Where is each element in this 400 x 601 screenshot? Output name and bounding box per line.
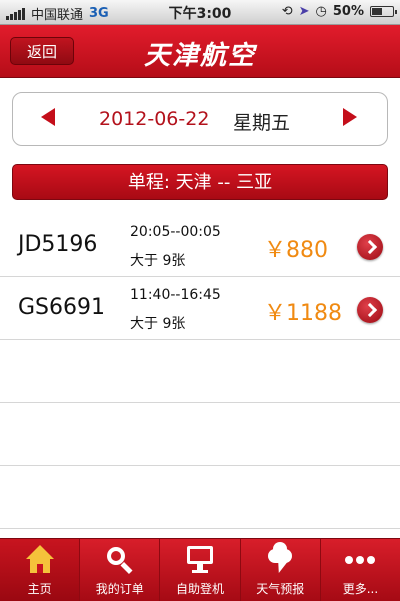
empty-row	[0, 340, 400, 403]
app-title-logo: 天津航空	[143, 41, 256, 71]
empty-row	[0, 403, 400, 466]
alarm-icon: ◷	[315, 4, 327, 19]
search-icon	[103, 545, 137, 575]
tab-more[interactable]: 更多...	[321, 539, 400, 601]
chevron-right-icon[interactable]	[357, 234, 383, 260]
flight-number: JD5196	[18, 232, 98, 257]
date-selector: 2012-06-22 星期五	[12, 92, 388, 146]
tab-home[interactable]: 主页	[0, 539, 81, 601]
flight-seats: 大于 9张	[130, 253, 186, 269]
home-icon	[23, 545, 57, 575]
tab-label: 更多...	[342, 582, 379, 596]
battery-icon	[370, 6, 397, 17]
flight-number: GS6691	[18, 295, 106, 320]
tab-weather[interactable]: 天气预报	[241, 539, 321, 601]
tab-my-orders[interactable]: 我的订单	[80, 539, 161, 601]
flight-times: 20:05--00:05	[130, 224, 221, 240]
flight-price: ￥1188	[264, 301, 342, 326]
tab-bar: 主页 我的订单 自助登机 天气预报 更多...	[0, 538, 400, 601]
chevron-right-icon[interactable]	[357, 297, 383, 323]
battery-label: 50%	[332, 4, 364, 19]
flight-row[interactable]: GS6691 11:40--16:45 大于 9张 ￥1188	[0, 277, 400, 340]
flight-seats: 大于 9张	[130, 316, 186, 332]
lock-rotation-icon: ⟲	[281, 4, 293, 19]
route-header: 单程: 天津 -- 三亚	[12, 164, 388, 200]
status-bar: 中国联通 3G 下午3:00 ⟲ ➤ ◷ 50%	[0, 0, 400, 25]
next-day-arrow-icon[interactable]	[343, 108, 357, 126]
weather-icon	[263, 542, 297, 575]
status-right: ⟲ ➤ ◷ 50%	[281, 4, 397, 19]
selected-weekday: 星期五	[233, 112, 291, 134]
location-icon: ➤	[298, 4, 310, 19]
flight-price: ￥880	[264, 238, 328, 263]
tab-label: 我的订单	[95, 582, 144, 596]
previous-day-arrow-icon[interactable]	[41, 108, 55, 126]
tab-label: 天气预报	[256, 582, 305, 596]
flight-row[interactable]: JD5196 20:05--00:05 大于 9张 ￥880	[0, 214, 400, 277]
monitor-icon	[183, 545, 217, 575]
tab-label: 自助登机	[176, 582, 225, 596]
flight-list: JD5196 20:05--00:05 大于 9张 ￥880 GS6691 11…	[0, 214, 400, 529]
flight-times: 11:40--16:45	[130, 287, 221, 303]
selected-date: 2012-06-22	[99, 108, 210, 130]
tab-label: 主页	[27, 582, 52, 596]
more-icon	[343, 545, 377, 575]
tab-self-checkin[interactable]: 自助登机	[160, 539, 241, 601]
nav-bar: 返回 天津航空	[0, 25, 400, 78]
empty-row	[0, 466, 400, 529]
